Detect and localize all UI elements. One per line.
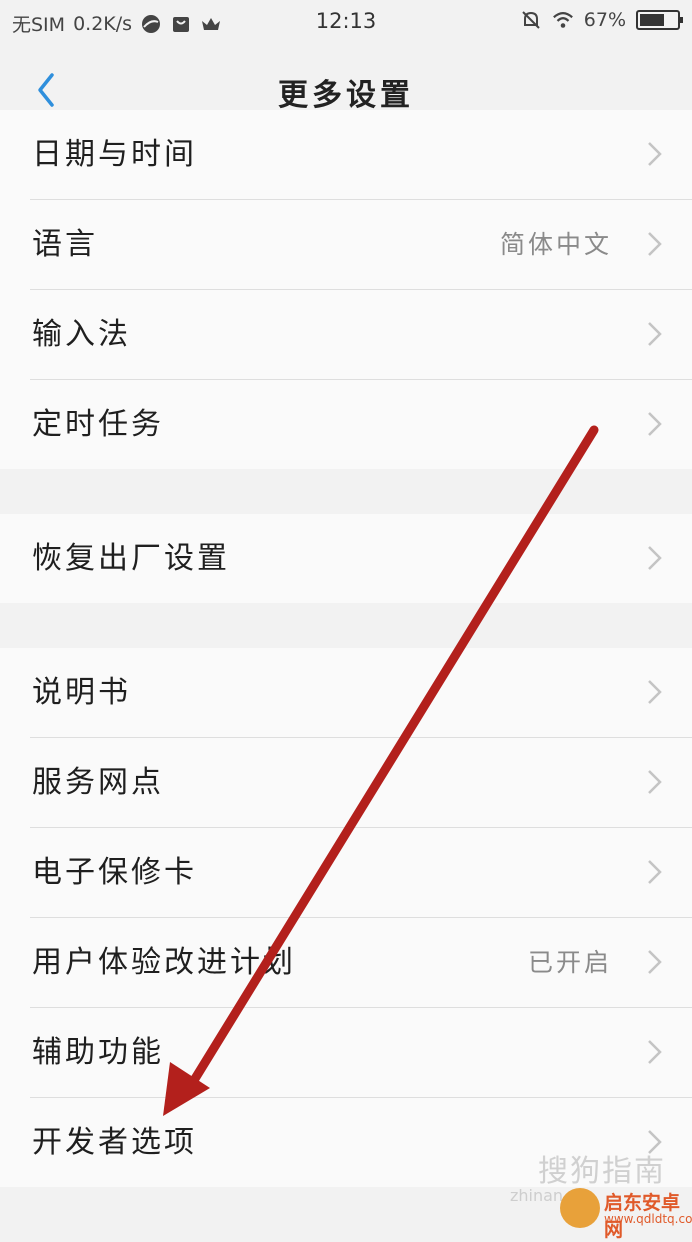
setting-label: 日期与时间: [32, 137, 197, 172]
chevron-right-icon: [648, 322, 662, 346]
setting-value: 简体中文: [499, 230, 612, 259]
setting-input-method[interactable]: 输入法: [30, 290, 692, 380]
settings-group-about: 说明书 服务网点 电子保修卡 用户体验改进计划 已开启 辅助功能 开发者选项: [0, 648, 692, 1187]
status-bar: 无SIM 0.2K/s 12:13 67%: [0, 0, 692, 44]
chevron-right-icon: [648, 770, 662, 794]
setting-label: 开发者选项: [32, 1125, 197, 1160]
chevron-right-icon: [648, 142, 662, 166]
mute-bell-icon: [522, 11, 540, 29]
watermark-text: 搜狗指南: [538, 1154, 666, 1189]
setting-label: 电子保修卡: [32, 855, 197, 890]
settings-group-reset: 恢复出厂设置: [0, 514, 692, 603]
setting-label: 语言: [32, 227, 98, 262]
setting-label: 定时任务: [32, 407, 164, 442]
chevron-right-icon: [648, 232, 662, 256]
setting-warranty-card[interactable]: 电子保修卡: [30, 828, 692, 918]
logo-url: www.qdldtq.com: [604, 1212, 692, 1226]
setting-service-centers[interactable]: 服务网点: [30, 738, 692, 828]
setting-language[interactable]: 语言 简体中文: [30, 200, 692, 290]
setting-scheduled-tasks[interactable]: 定时任务: [30, 380, 692, 469]
setting-manual[interactable]: 说明书: [30, 648, 692, 738]
settings-group-general: 日期与时间 语言 简体中文 输入法 定时任务: [0, 110, 692, 469]
setting-user-experience-program[interactable]: 用户体验改进计划 已开启: [30, 918, 692, 1008]
watermark-subtext: zhinan: [510, 1186, 564, 1205]
setting-label: 恢复出厂设置: [32, 541, 230, 576]
page-title: 更多设置: [278, 78, 414, 113]
chevron-right-icon: [648, 860, 662, 884]
chevron-right-icon: [648, 680, 662, 704]
setting-label: 说明书: [32, 675, 131, 710]
wifi-icon: [552, 12, 573, 28]
battery-percent: 67%: [583, 9, 626, 31]
logo-icon: [560, 1188, 600, 1228]
setting-label: 输入法: [32, 317, 131, 352]
chevron-right-icon: [648, 1040, 662, 1064]
setting-date-time[interactable]: 日期与时间: [30, 110, 692, 200]
battery-icon: [636, 10, 683, 30]
chevron-right-icon: [648, 950, 662, 974]
chevron-right-icon: [648, 546, 662, 570]
setting-accessibility[interactable]: 辅助功能: [30, 1008, 692, 1098]
watermark-logo: 启东安卓网 www.qdldtq.com: [560, 1188, 692, 1241]
setting-label: 服务网点: [32, 765, 164, 800]
chevron-right-icon: [648, 412, 662, 436]
setting-factory-reset[interactable]: 恢复出厂设置: [30, 514, 692, 603]
setting-label: 辅助功能: [32, 1035, 164, 1070]
setting-value: 已开启: [527, 948, 612, 977]
setting-label: 用户体验改进计划: [32, 945, 296, 980]
